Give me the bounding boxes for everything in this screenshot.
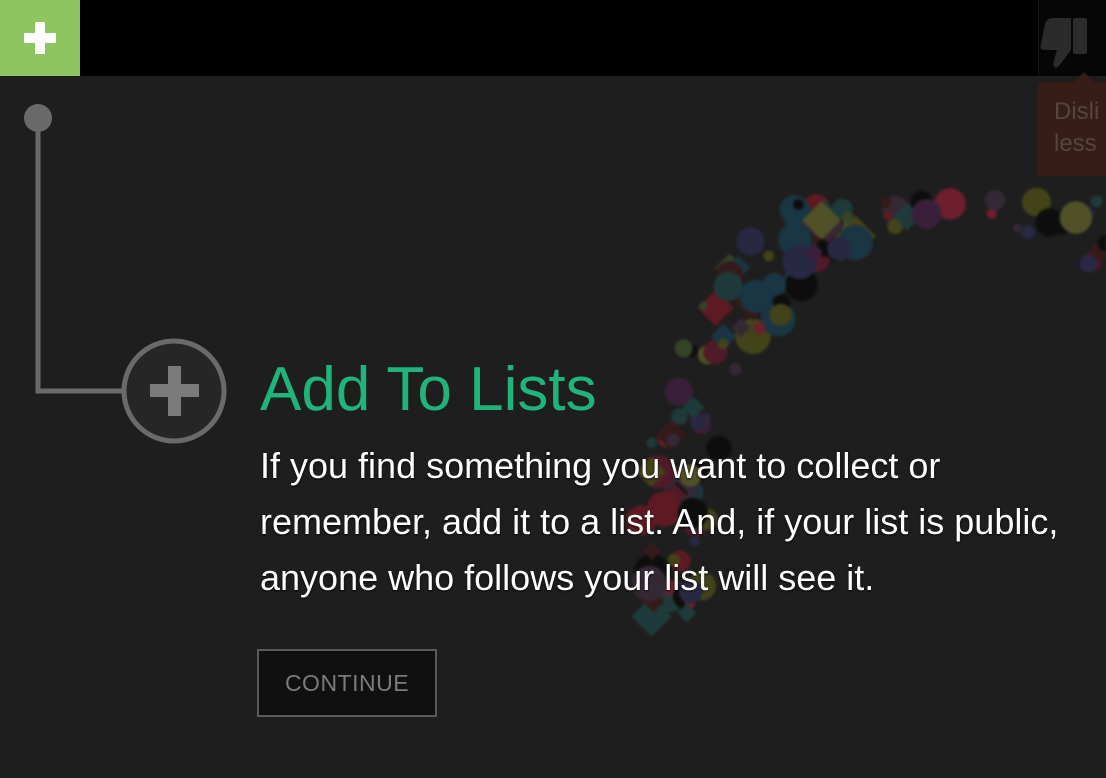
confetti-dot xyxy=(985,189,1006,211)
dislike-tooltip-text: Disli less xyxy=(1054,98,1100,157)
confetti-dot xyxy=(1035,208,1064,237)
confetti-dot xyxy=(793,199,804,210)
confetti-dot xyxy=(841,211,854,224)
tour-description: If you find something you want to collec… xyxy=(260,445,1059,598)
confetti-dot xyxy=(739,279,773,313)
continue-button[interactable]: CONTINUE xyxy=(257,649,437,717)
confetti-dot xyxy=(763,250,775,262)
confetti-dot xyxy=(769,303,792,326)
confetti-dot xyxy=(880,197,892,209)
confetti-dot xyxy=(736,227,765,256)
plus-circle-icon xyxy=(121,338,227,444)
tour-overlay: Disli less Add To Lists If you find some… xyxy=(0,0,1106,778)
confetti-dot xyxy=(713,271,743,301)
tour-content: Add To Lists If you find something you w… xyxy=(260,352,1100,606)
confetti-dot xyxy=(1012,223,1022,233)
confetti-dot xyxy=(1090,195,1103,208)
confetti-dot xyxy=(911,199,942,229)
dislike-tooltip: Disli less xyxy=(1038,72,1106,176)
thumbs-down-icon xyxy=(1040,18,1087,68)
tour-connector xyxy=(24,104,227,444)
confetti-dot xyxy=(753,322,766,335)
confetti-dot xyxy=(827,236,852,261)
tour-title: Add To Lists xyxy=(260,355,597,424)
confetti-dot xyxy=(699,301,708,310)
confetti-dot xyxy=(1059,201,1093,234)
confetti-dot xyxy=(1021,225,1035,239)
confetti-dot xyxy=(1079,254,1098,273)
confetti-dot xyxy=(717,338,729,350)
dislike-button[interactable] xyxy=(1038,0,1106,76)
